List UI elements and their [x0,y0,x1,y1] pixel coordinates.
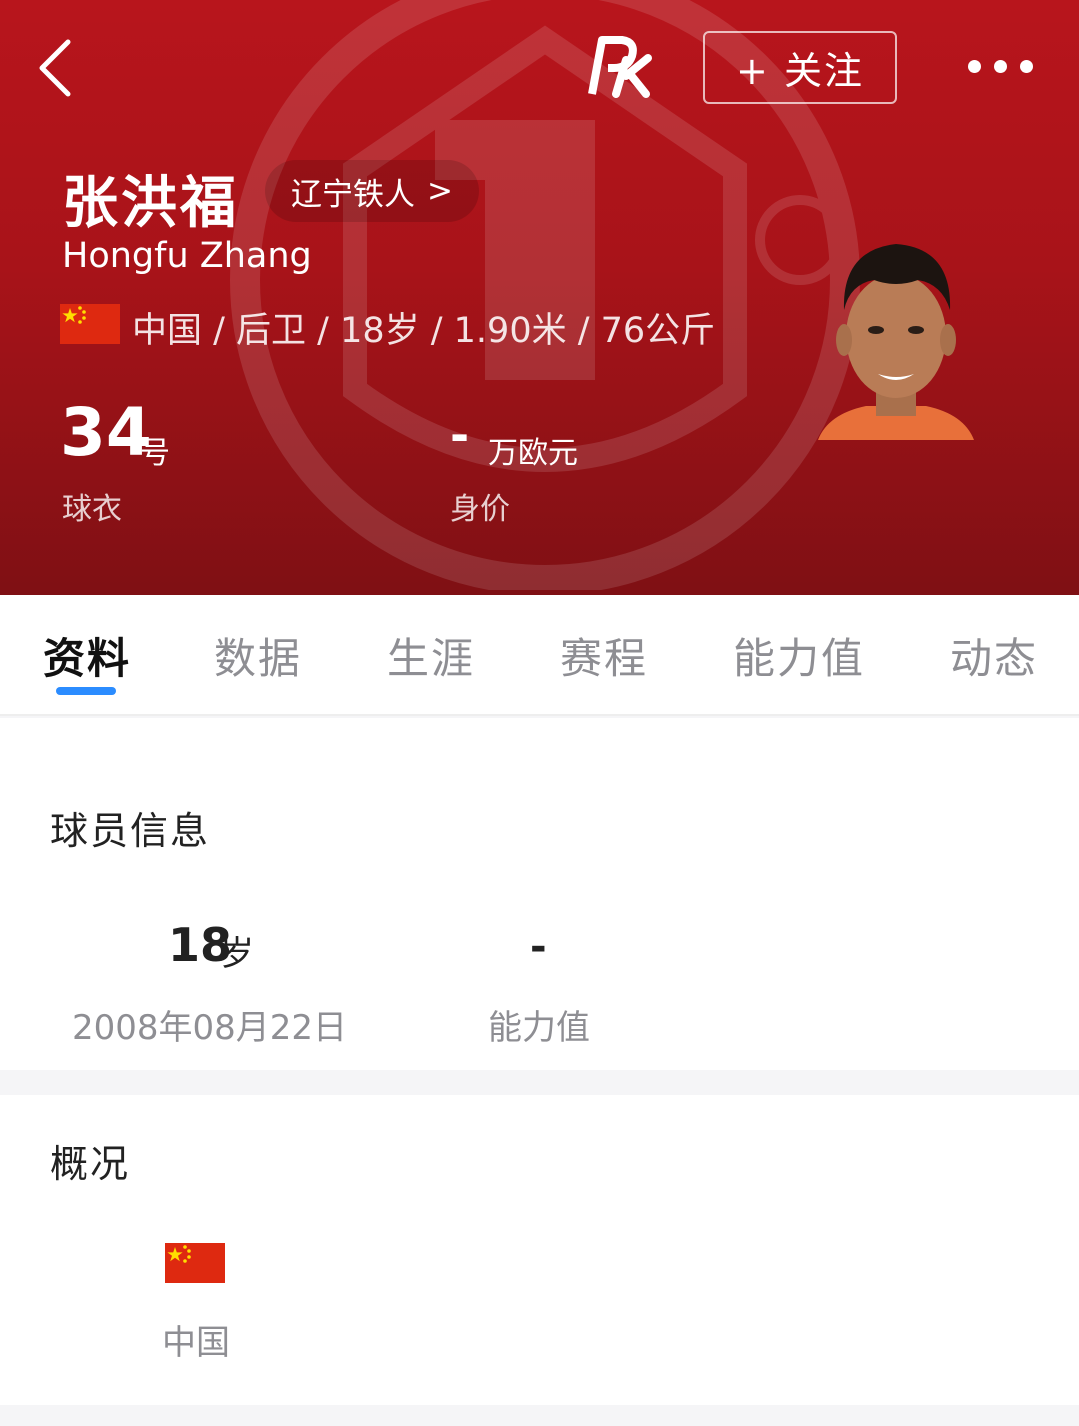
jersey-label: 球衣 [62,492,122,527]
back-button[interactable] [28,30,88,106]
player-info-card: 球员信息 18 岁 2008年08月22日 - 能力值 [0,718,1079,1070]
tab-stats[interactable]: 数据 [214,625,302,686]
tab-bar: 资料 数据 生涯 赛程 能力值 动态 [0,595,1079,716]
ability-label: 能力值 [488,1008,590,1048]
section-title-overview: 概况 [50,1142,131,1186]
china-flag-icon [60,304,120,344]
section-title-player-info: 球员信息 [50,809,211,853]
more-dots-icon [967,59,981,73]
market-value: - [450,408,470,462]
overview-card: 概况 中国 [0,1095,1079,1405]
active-tab-indicator [56,687,116,695]
nationality-label: 中国 [162,1323,230,1363]
tab-schedule[interactable]: 赛程 [560,625,648,686]
player-name-en: Hongfu Zhang [62,236,312,276]
chevron-right-icon: > [427,173,453,209]
tab-news[interactable]: 动态 [950,625,1038,686]
more-options-button[interactable] [960,48,1040,84]
age-unit: 岁 [220,934,254,974]
app-logo [586,32,656,98]
player-meta: 中国 / 后卫 / 18岁 / 1.90米 / 76公斤 [132,311,716,351]
player-avatar [818,244,974,440]
player-header: + 关注 张洪福 辽宁铁人 > Hongfu Zhang 中国 / 后卫 / 1… [0,0,1079,595]
player-name-cn: 张洪福 [62,171,239,236]
back-chevron-icon [39,39,71,97]
follow-button[interactable]: + 关注 [703,31,897,104]
birth-date: 2008年08月22日 [72,1008,348,1048]
tab-career[interactable]: 生涯 [387,625,475,686]
tab-ability[interactable]: 能力值 [733,625,865,686]
market-value-label: 身价 [450,492,510,527]
china-flag-icon [165,1243,225,1283]
team-name: 辽宁铁人 [291,176,415,213]
team-link[interactable]: 辽宁铁人 > [265,160,479,222]
ability-value: - [530,924,547,970]
jersey-unit: 号 [140,436,170,471]
tab-profile[interactable]: 资料 [43,625,131,686]
market-value-unit: 万欧元 [488,436,578,471]
jersey-number: 34 [60,394,152,471]
